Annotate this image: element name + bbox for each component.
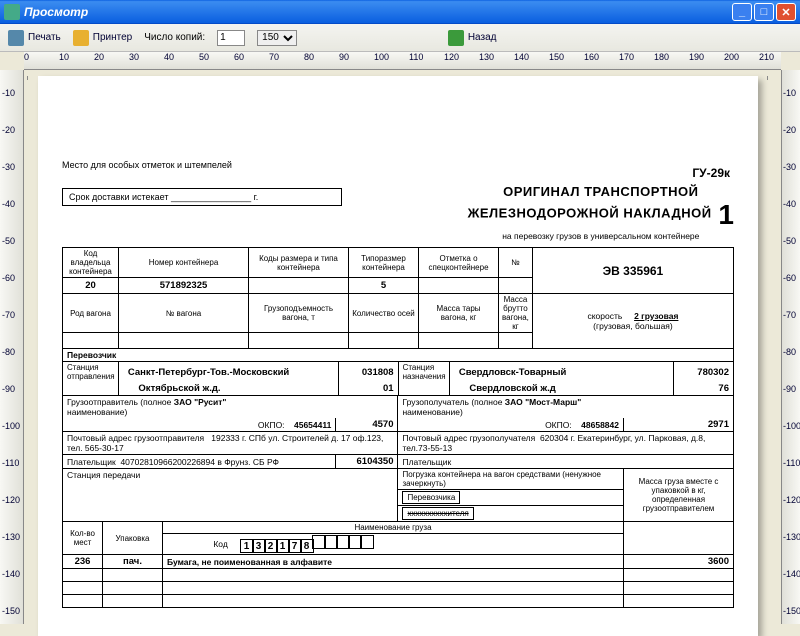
delivery-deadline-box: Срок доставки истекает ________________ … (62, 188, 342, 206)
document-page: ГУ-29к Место для особых отметок и штемпе… (38, 76, 758, 636)
cargo-pack: пач. (103, 555, 163, 569)
doc-subtitle: на перевозку грузов в универсальном конт… (468, 231, 734, 241)
cargo-mass: 3600 (624, 555, 734, 569)
back-icon (448, 30, 464, 46)
carrier-table: Перевозчик (62, 348, 734, 362)
parties-table: Грузоотправитель (полное ЗАО "Русит" наи… (62, 395, 734, 522)
ruler-vertical-left: -10-20-30-40-50-60-70-80-90-100-110-120-… (0, 70, 24, 624)
close-button[interactable]: ✕ (776, 3, 796, 21)
minimize-button[interactable]: _ (732, 3, 752, 21)
print-icon (8, 30, 24, 46)
back-label: Назад (468, 32, 497, 43)
titlebar: Просмотр _ □ ✕ (0, 0, 800, 24)
print-label: Печать (28, 32, 61, 43)
printer-button[interactable]: Принтер (73, 30, 132, 46)
container-number: 571892325 (119, 278, 249, 294)
container-size: 5 (349, 278, 419, 294)
window-title: Просмотр (24, 5, 730, 19)
container-header-table: Код владельца контейнера Номер контейнер… (62, 247, 734, 349)
zoom-select[interactable]: 150 % (257, 30, 297, 46)
doc-title-number: 1 (718, 199, 734, 231)
copies-label: Число копий: (144, 32, 205, 43)
cargo-table: Кол-во мест Упаковка Наименование груза … (62, 521, 734, 608)
ruler-vertical-right: -10-20-30-40-50-60-70-80-90-100-110-120-… (781, 70, 800, 624)
marks-place-label: Место для особых отметок и штемпелей (62, 160, 242, 170)
copies-input[interactable] (217, 30, 245, 46)
ruler-horizontal: 0102030405060708090100110120130140150160… (24, 52, 781, 70)
printer-label: Принтер (93, 32, 132, 43)
print-button[interactable]: Печать (8, 30, 61, 46)
toolbar: Печать Принтер Число копий: 150 % Назад (0, 24, 800, 52)
preview-workspace: 0102030405060708090100110120130140150160… (0, 52, 800, 624)
waybill-serial: ЭВ 335961 (532, 248, 733, 294)
doc-title-1: ОРИГИНАЛ ТРАНСПОРТНОЙ (503, 184, 698, 199)
stations-table: Станция отправления Санкт-Петербург-Тов.… (62, 361, 734, 396)
mass-box: Масса груза вместе с упаковкой в кг, опр… (624, 469, 734, 522)
printer-icon (73, 30, 89, 46)
cargo-qty: 236 (63, 555, 103, 569)
back-button[interactable]: Назад (448, 30, 497, 46)
app-icon (4, 4, 20, 20)
form-code: ГУ-29к (692, 166, 730, 180)
carrier-label: Перевозчик (63, 349, 734, 362)
owner-code: 20 (63, 278, 119, 294)
cargo-name: Бумага, не поименованная в алфавите (163, 555, 624, 569)
doc-title-2: ЖЕЛЕЗНОДОРОЖНОЙ НАКЛАДНОЙ (468, 206, 712, 221)
maximize-button[interactable]: □ (754, 3, 774, 21)
speed-cell: скорость 2 грузовая (грузовая, большая) (532, 294, 733, 349)
